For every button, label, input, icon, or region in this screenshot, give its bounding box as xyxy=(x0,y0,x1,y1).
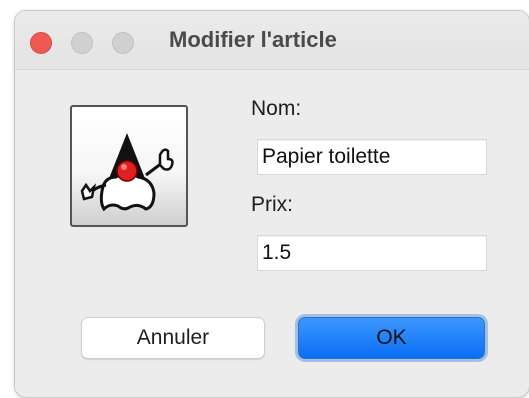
name-label: Nom: xyxy=(251,97,302,120)
title-bar[interactable]: Modifier l'article xyxy=(15,11,529,70)
minimize-window-button[interactable] xyxy=(71,32,93,54)
name-field[interactable] xyxy=(257,139,487,175)
java-duke-mascot-icon xyxy=(70,105,188,227)
close-window-button[interactable] xyxy=(30,32,52,54)
price-label: Prix: xyxy=(251,193,293,216)
ok-button[interactable]: OK xyxy=(298,317,485,359)
dialog-window: Modifier l'article Nom: Prix: Annuler OK xyxy=(14,10,529,398)
cancel-button[interactable]: Annuler xyxy=(81,317,265,359)
price-field[interactable] xyxy=(257,235,487,271)
window-title: Modifier l'article xyxy=(169,27,337,52)
maximize-window-button[interactable] xyxy=(112,32,134,54)
